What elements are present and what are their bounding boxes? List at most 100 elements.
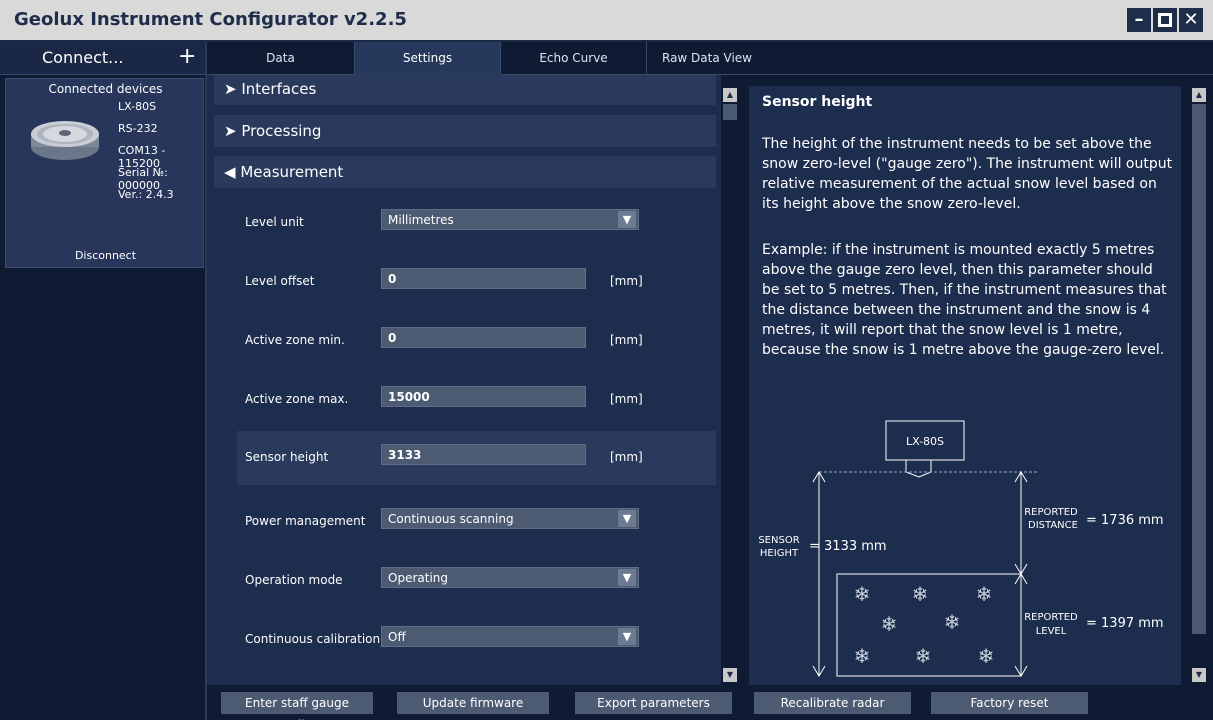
select-value: Continuous scanning (388, 512, 514, 526)
operation-mode-select[interactable]: Operating ▼ (381, 567, 639, 588)
scroll-thumb[interactable] (1192, 104, 1206, 634)
help-title: Sensor height (762, 94, 873, 110)
chevron-down-icon: ▼ (618, 628, 636, 645)
active-zone-max-input[interactable]: 15000 (381, 386, 586, 407)
snowflakes: ❄ ❄ ❄ ❄ ❄ ❄ ❄ ❄ (854, 582, 995, 668)
device-interface: RS-232 (118, 122, 158, 135)
sensor-horn (905, 460, 932, 478)
scroll-down-icon[interactable]: ▼ (723, 668, 737, 682)
settings-panel: ➤ Interfaces ➤ Processing ◀ Measurement … (207, 75, 721, 685)
action-bar: Enter staff gauge reading Update firmwar… (207, 685, 1213, 720)
level-label-1: REPORTED (1024, 612, 1078, 623)
export-parameters-button[interactable]: Export parameters (575, 692, 732, 714)
maximize-button[interactable] (1153, 8, 1177, 32)
distance-value: = 1736 mm (1086, 513, 1164, 528)
help-scrollbar[interactable]: ▲ ▼ (1191, 86, 1207, 685)
snowflake-icon: ❄ (881, 612, 898, 636)
unit-label: [mm] (610, 274, 643, 288)
operation-mode-row: Operation mode Operating ▼ (237, 554, 716, 608)
section-measurement[interactable]: ◀ Measurement (214, 156, 716, 188)
help-panel: Sensor height The height of the instrume… (749, 86, 1181, 685)
sensor-height-diagram: LX-80S ❄ ❄ ❄ ❄ ❄ ❄ ❄ ❄ SENSOR HEIGHT = 3… (758, 420, 1164, 677)
level-value: = 1397 mm (1086, 616, 1164, 631)
staff-gauge-button[interactable]: Enter staff gauge reading (221, 692, 373, 720)
section-label: Processing (241, 122, 322, 140)
chevron-down-icon: ▼ (618, 569, 636, 586)
tab-bar: Data Settings Echo Curve Raw Data View (207, 42, 1213, 75)
field-label: Active zone max. (245, 392, 349, 406)
tab-echo-curve[interactable]: Echo Curve (501, 42, 647, 75)
snowflake-icon: ❄ (854, 644, 871, 668)
active-zone-min-input[interactable]: 0 (381, 327, 586, 348)
snowflake-icon: ❄ (978, 644, 995, 668)
scroll-down-icon[interactable]: ▼ (1192, 668, 1206, 682)
recalibrate-radar-button[interactable]: Recalibrate radar (754, 692, 911, 714)
continuous-calibration-select[interactable]: Off ▼ (381, 626, 639, 647)
select-value: Millimetres (388, 213, 454, 227)
active-zone-min-row: Active zone min. 0 [mm] (237, 314, 716, 368)
power-management-select[interactable]: Continuous scanning ▼ (381, 508, 639, 529)
expand-icon: ➤ (224, 80, 237, 98)
scroll-up-icon[interactable]: ▲ (723, 88, 737, 102)
field-label: Level offset (245, 274, 315, 288)
unit-label: [mm] (610, 450, 643, 464)
tab-data[interactable]: Data (207, 42, 355, 75)
chevron-down-icon: ▼ (618, 510, 636, 527)
field-label: Continuous calibration (245, 632, 381, 646)
continuous-calibration-row: Continuous calibration Off ▼ (237, 613, 716, 667)
device-image (31, 121, 99, 160)
app-title: Geolux Instrument Configurator v2.2.5 (14, 9, 407, 30)
settings-scrollbar[interactable]: ▲ ▼ (722, 86, 738, 685)
tab-settings[interactable]: Settings (355, 42, 501, 75)
level-offset-input[interactable]: 0 (381, 268, 586, 289)
section-processing[interactable]: ➤ Processing (214, 115, 716, 147)
sensor-height-row: Sensor height 3133 [mm] (237, 431, 716, 485)
connected-devices-panel: Connected devices LX-80S RS-232 COM13 - … (5, 78, 204, 268)
scroll-up-icon[interactable]: ▲ (1192, 88, 1206, 102)
section-label: Measurement (240, 163, 344, 181)
select-value: Off (388, 630, 406, 644)
help-paragraph-2: Example: if the instrument is mounted ex… (762, 242, 1167, 358)
unit-label: [mm] (610, 333, 643, 347)
maximize-icon (1158, 13, 1172, 27)
connected-devices-title: Connected devices (48, 82, 163, 96)
snowflake-icon: ❄ (976, 582, 993, 606)
title-bar: Geolux Instrument Configurator v2.2.5 – … (0, 0, 1213, 42)
distance-label-1: REPORTED (1024, 507, 1078, 518)
device-label: LX-80S (906, 435, 944, 448)
level-offset-row: Level offset 0 [mm] (237, 255, 716, 309)
connect-button[interactable]: Connect... + (0, 42, 205, 75)
field-label: Operation mode (245, 573, 343, 587)
level-unit-row: Level unit Millimetres ▼ (237, 196, 716, 250)
snowflake-icon: ❄ (915, 644, 932, 668)
sidebar: Connect... + Connected devices LX-80S RS… (0, 42, 207, 720)
select-value: Operating (388, 571, 448, 585)
minimize-button[interactable]: – (1127, 8, 1151, 32)
power-management-row: Power management Continuous scanning ▼ (237, 495, 716, 549)
sensor-height-input[interactable]: 3133 (381, 444, 586, 465)
help-paragraph-1: The height of the instrument needs to be… (762, 136, 1173, 212)
disconnect-button[interactable]: Disconnect (6, 249, 205, 262)
unit-label: [mm] (610, 392, 643, 406)
update-firmware-button[interactable]: Update firmware (397, 692, 549, 714)
chevron-down-icon: ▼ (618, 211, 636, 228)
collapse-icon: ◀ (224, 163, 236, 181)
snowflake-icon: ❄ (854, 582, 871, 606)
device-version: Ver.: 2.4.3 (118, 188, 174, 201)
expand-icon: ➤ (224, 122, 237, 140)
factory-reset-button[interactable]: Factory reset (931, 692, 1088, 714)
active-zone-max-row: Active zone max. 15000 [mm] (237, 373, 716, 427)
connect-label: Connect... (42, 48, 124, 67)
sensor-label-2: HEIGHT (760, 548, 799, 559)
tab-raw-data-view[interactable]: Raw Data View (647, 42, 767, 75)
plus-icon[interactable]: + (178, 44, 196, 69)
level-unit-select[interactable]: Millimetres ▼ (381, 209, 639, 230)
field-label: Sensor height (245, 450, 329, 464)
close-button[interactable]: ✕ (1179, 8, 1203, 32)
section-label: Interfaces (241, 80, 317, 98)
scroll-thumb[interactable] (723, 104, 737, 120)
section-interfaces[interactable]: ➤ Interfaces (214, 75, 716, 105)
snowflake-icon: ❄ (912, 582, 929, 606)
field-label: Active zone min. (245, 333, 345, 347)
field-label: Level unit (245, 215, 304, 229)
